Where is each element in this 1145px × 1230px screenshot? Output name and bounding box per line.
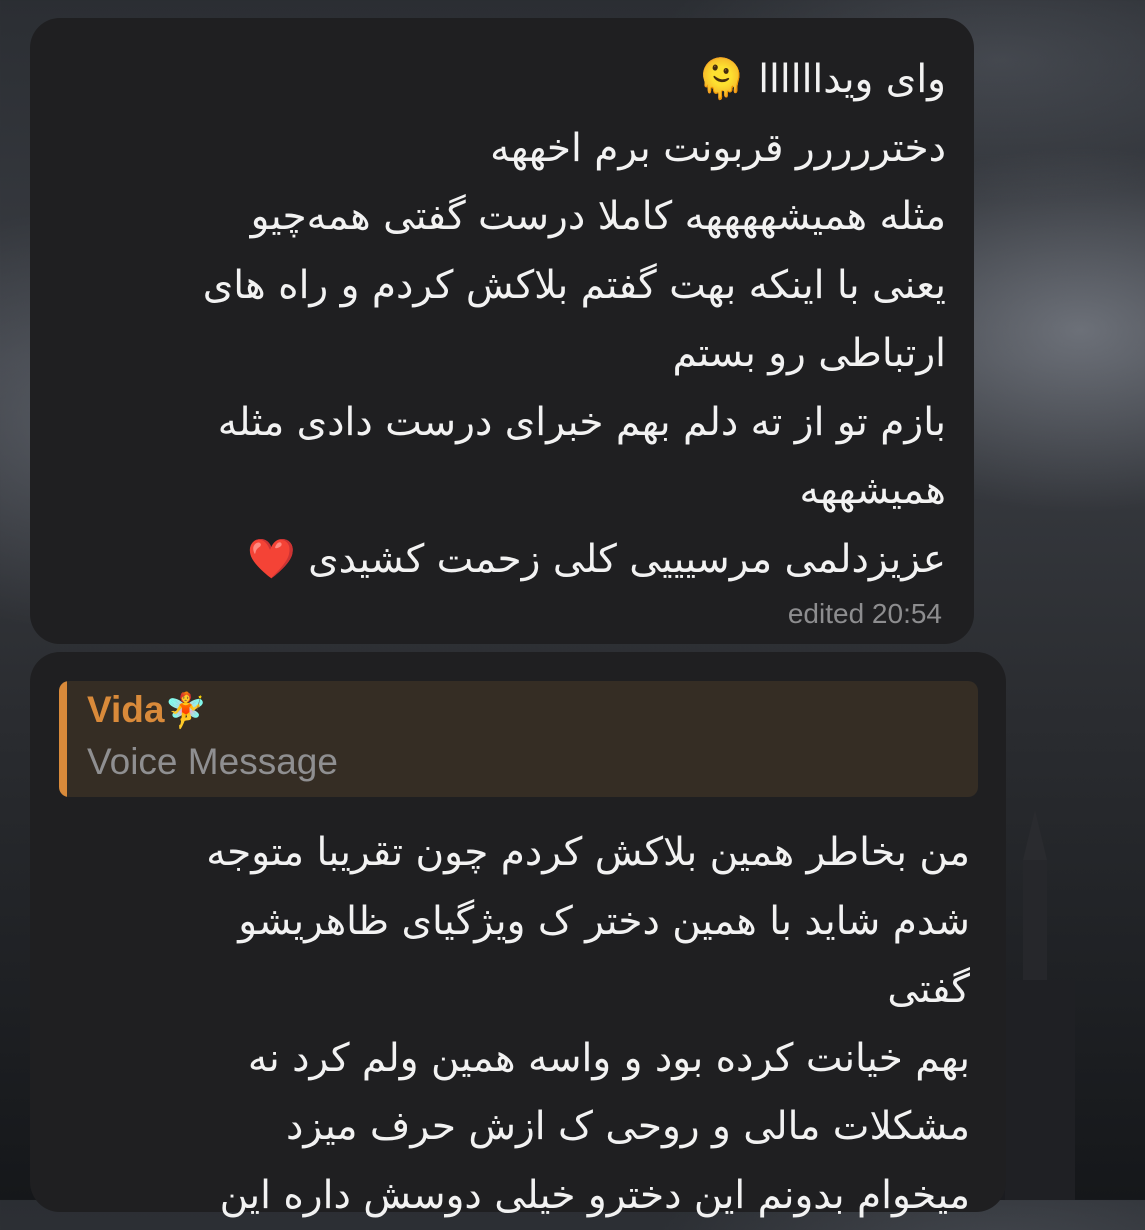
message-text: وای ویداااااا 🫠 دختررررر قربونت برم اخهه… — [203, 46, 946, 594]
message-line: ارتباطی رو بستم — [203, 320, 946, 389]
message-line: مثله همیشههههه کاملا درست گفتی همه‌چیو — [203, 183, 946, 252]
message-line: میخوام بدونم این دخترو خیلی دوسش داره ای… — [206, 1162, 970, 1230]
message-bubble-incoming[interactable]: وای ویداااااا 🫠 دختررررر قربونت برم اخهه… — [30, 18, 974, 644]
reply-preview: Voice Message — [87, 741, 338, 783]
message-edited-timestamp: edited 20:54 — [788, 598, 942, 630]
message-line: عزیزدلمی مرسیییی کلی زحمت کشیدی ❤️ — [203, 526, 946, 595]
message-text: من بخاطر همین بلاکش کردم چون تقریبا متوج… — [206, 819, 970, 1230]
castle-silhouette — [995, 810, 1085, 1200]
message-line: همیشههه — [203, 457, 946, 526]
reply-quote[interactable]: Vida🧚 Voice Message — [59, 681, 978, 797]
message-line: گفتی — [206, 956, 970, 1025]
reply-sender: Vida🧚 — [87, 689, 207, 731]
message-line: من بخاطر همین بلاکش کردم چون تقریبا متوج… — [206, 819, 970, 888]
message-line: بازم تو از ته دلم بهم خبرای درست دادی مث… — [203, 389, 946, 458]
reply-sender-name: Vida — [87, 689, 164, 730]
message-line: یعنی با اینکه بهت گفتم بلاکش کردم و راه … — [203, 252, 946, 321]
message-line: شدم شاید با همین دختر ک ویژگیای ظاهریشو — [206, 888, 970, 957]
message-bubble-reply[interactable]: Vida🧚 Voice Message من بخاطر همین بلاکش … — [30, 652, 1006, 1212]
reply-accent-bar — [59, 681, 67, 797]
fairy-icon: 🧚 — [164, 692, 206, 730]
message-line: وای ویداااااا 🫠 — [203, 46, 946, 115]
message-line: دختررررر قربونت برم اخههه — [203, 115, 946, 184]
message-line: بهم خیانت کرده بود و واسه همین ولم کرد ن… — [206, 1025, 970, 1094]
message-line: مشکلات مالی و روحی ک ازش حرف میزد — [206, 1093, 970, 1162]
